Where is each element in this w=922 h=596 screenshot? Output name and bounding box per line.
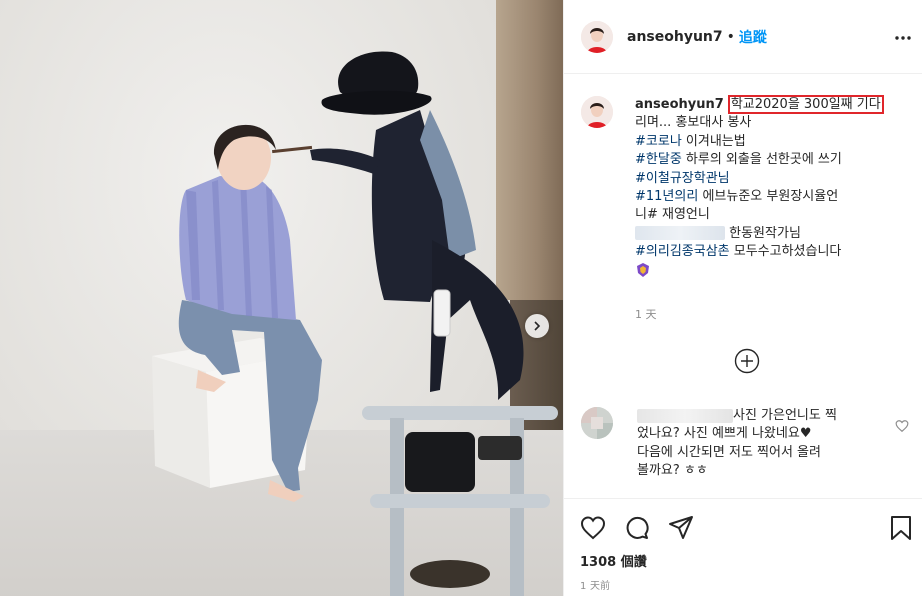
caption-line: 이겨내는법	[681, 133, 746, 149]
shield-emoji-icon	[637, 263, 649, 278]
caption-username[interactable]: anseohyun7	[635, 97, 724, 112]
hashtag-link[interactable]: #한달중	[635, 152, 682, 167]
caption-line: 리며... 홍보대사 봉사	[635, 115, 752, 131]
post-username[interactable]: anseohyun7	[627, 29, 723, 45]
next-photo-button[interactable]	[525, 314, 549, 338]
comment-text: 사진 가은언니도 찍 었나요? 사진 예쁘게 나왔네요♥ 다음에 시간되면 저도…	[637, 407, 877, 481]
like-count[interactable]: 1308 個讚	[580, 551, 647, 570]
avatar-image	[581, 96, 613, 128]
caption-line: 하루의 외출을 선한곳에 쓰기	[681, 152, 842, 168]
caption-line: 니# 재영언니	[635, 207, 710, 223]
hashtag-link[interactable]: #코로나	[635, 134, 682, 149]
caption-avatar[interactable]	[581, 96, 613, 128]
separator-dot: •	[726, 28, 735, 45]
commenter-avatar[interactable]	[581, 407, 613, 439]
hashtag-link[interactable]: #11년의리	[635, 189, 698, 204]
blurred-commenter-name	[637, 408, 733, 423]
post-timestamp[interactable]: 1 天前	[580, 577, 610, 592]
comment-item: 사진 가은언니도 찍 었나요? 사진 예쁘게 나왔네요♥ 다음에 시간되면 저도…	[581, 407, 916, 481]
caption-line: 한동원작가님	[729, 225, 801, 241]
post-header: anseohyun7 • 追蹤	[564, 0, 922, 74]
comment-line: 사진 가은언니도 찍	[733, 408, 837, 423]
photo-cart	[362, 406, 558, 596]
avatar[interactable]	[581, 20, 613, 53]
follow-button[interactable]: 追蹤	[739, 27, 767, 47]
ellipsis-icon[interactable]	[893, 28, 913, 48]
comment-line: 볼까요? ㅎㅎ	[637, 463, 708, 479]
blurred-mention	[635, 226, 725, 241]
post-side-panel: anseohyun7 • 追蹤 anseohyun7 학교2020을 300일째 …	[563, 0, 922, 596]
caption-timestamp: 1 天	[635, 308, 657, 321]
comment-line: 었나요? 사진 예쁘게 나왔네요♥	[637, 426, 812, 442]
action-bar	[564, 498, 922, 596]
paper-plane-icon[interactable]	[668, 515, 694, 541]
highlighted-caption-text: 학교2020을 300일째 기다	[727, 95, 884, 114]
caption-text: anseohyun7 학교2020을 300일째 기다 리며... 홍보대사 봉사…	[635, 95, 905, 280]
avatar-image	[581, 407, 613, 439]
plus-circle-icon[interactable]	[734, 348, 760, 374]
comment-icon[interactable]	[624, 515, 650, 541]
caption-line: 에브뉴준오 부원장시율언	[698, 189, 839, 205]
post-photo[interactable]	[0, 0, 563, 596]
comment-line: 다음에 시간되면 저도 찍어서 올려	[637, 444, 821, 460]
comment-like-heart-icon[interactable]	[895, 419, 909, 433]
bookmark-icon[interactable]	[888, 515, 914, 541]
hashtag-link[interactable]: #의리김종국삼촌	[635, 244, 730, 259]
caption: anseohyun7 학교2020을 300일째 기다 리며... 홍보대사 봉사…	[581, 95, 916, 280]
heart-icon[interactable]	[580, 515, 606, 541]
avatar-image	[581, 20, 613, 53]
chevron-right-icon	[534, 321, 541, 331]
hashtag-link[interactable]: #이철규장학관님	[635, 171, 730, 186]
caption-line: 모두수고하셨습니다	[729, 244, 842, 260]
